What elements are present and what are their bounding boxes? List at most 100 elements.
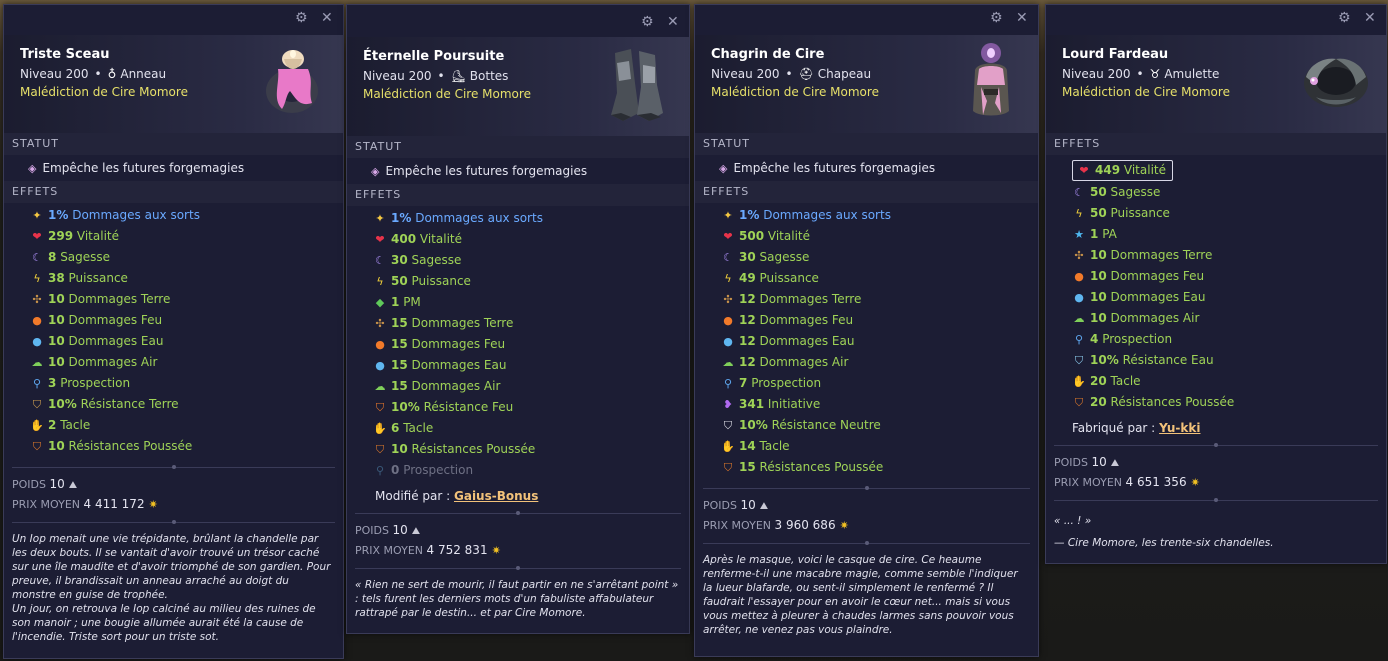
close-icon[interactable]: ✕ (667, 15, 679, 29)
shield-push-icon: ⛉ (723, 461, 733, 474)
magnifier-icon: ⚲ (723, 377, 733, 390)
tackle-icon: ✋ (373, 422, 387, 435)
gear-icon[interactable]: ⚙ (1338, 11, 1351, 25)
lightning-icon: ϟ (33, 272, 41, 285)
earth-icon: ✣ (723, 293, 733, 306)
divider (12, 461, 335, 473)
statut-row: ◈ Empêche les futures forgemagies (695, 155, 1038, 181)
divider (703, 537, 1030, 549)
modified-by-row: Modifié par : Gaius-Bonus (375, 489, 539, 503)
effect-row: ● 10 Dommages Feu (4, 310, 343, 331)
close-icon[interactable]: ✕ (321, 11, 333, 25)
fire-icon: ● (723, 314, 733, 327)
effect-row: ● 12 Dommages Eau (695, 331, 1038, 352)
poids-row: POIDS 10 ⛰ (355, 523, 421, 537)
item-lore: « ... ! » — Cire Momore, les trente-six … (1054, 515, 1274, 549)
effect-row: ☁ 10 Dommages Air (4, 352, 343, 373)
boots-icon: ⛸ (450, 69, 466, 83)
gear-icon[interactable]: ⚙ (641, 15, 654, 29)
shield-fire-icon: ⛉ (375, 401, 385, 414)
earth-icon: ✣ (375, 317, 385, 330)
effect-row: ⛉ 10% Résistance Feu (347, 397, 689, 418)
effect-row: ⛉ 10% Résistance Terre (4, 394, 343, 415)
effect-row: ☾ 8 Sagesse (4, 247, 343, 268)
divider (1054, 439, 1378, 451)
modifier-name-link[interactable]: Gaius-Bonus (454, 489, 538, 503)
item-header: Triste Sceau Niveau 200 • ♁ Anneau Malédict… (4, 35, 343, 133)
effects-list: ✦ 1% Dommages aux sorts ❤ 400 Vitalité ☾ 30… (347, 206, 689, 485)
crafted-by-row: Fabriqué par : Yu-kki (1072, 421, 1201, 435)
effect-row: ✣ 12 Dommages Terre (695, 289, 1038, 310)
item-lore: « Rien ne sert de mourir, il faut partir… (355, 579, 679, 619)
divider (355, 562, 681, 574)
close-icon[interactable]: ✕ (1364, 11, 1376, 25)
kama-icon: ✷ (148, 498, 158, 511)
gear-icon[interactable]: ⚙ (990, 11, 1003, 25)
tooltip-topbar: ⚙ ✕ (4, 5, 343, 35)
gear-icon[interactable]: ⚙ (295, 11, 308, 25)
item-name: Lourd Fardeau (1062, 47, 1169, 62)
effect-row: ● 10 Dommages Feu (1046, 266, 1386, 287)
item-meta: POIDS 10 ⛰ PRIX MOYEN 4 411 172 ✷ (4, 473, 343, 516)
item-level-type: Niveau 200 • ⛸ Bottes (363, 69, 509, 83)
effect-row: ❥ 341 Initiative (695, 394, 1038, 415)
initiative-icon: ❥ (723, 398, 733, 411)
fire-icon: ● (1074, 270, 1084, 283)
tackle-icon: ✋ (721, 440, 735, 453)
hat-item-image (973, 43, 1009, 116)
item-tooltip-triste-sceau: ⚙ ✕ Triste Sceau Niveau 200 • ♁ Anneau Malé… (3, 4, 344, 659)
item-header: Lourd Fardeau Niveau 200 • ♉ Amulette Maléd… (1046, 35, 1386, 133)
pa-star-icon: ★ (1074, 228, 1084, 241)
kama-icon: ✷ (491, 544, 501, 557)
item-level-type: Niveau 200 • ♁ Anneau (20, 67, 167, 81)
close-icon[interactable]: ✕ (1016, 11, 1028, 25)
tooltip-topbar: ⚙ ✕ (347, 5, 689, 37)
earth-icon: ✣ (32, 293, 42, 306)
crafter-name-link[interactable]: Yu-kki (1159, 421, 1200, 435)
prix-row: PRIX MOYEN 4 411 172 ✷ (12, 497, 158, 511)
effects-list: ✦ 1% Dommages aux sorts ❤ 500 Vitalité ☾ 30… (695, 203, 1038, 482)
tooltip-topbar: ⚙ ✕ (695, 5, 1038, 35)
item-set-link[interactable]: Malédiction de Cire Momore (363, 87, 531, 101)
effect-row: ✣ 10 Dommages Terre (4, 289, 343, 310)
effect-row: ⛉ 10% Résistance Eau (1046, 350, 1386, 371)
divider (703, 482, 1030, 494)
shield-water-icon: ⛉ (1074, 354, 1084, 367)
effects-list: ✦ 1% Dommages aux sorts ❤ 299 Vitalité ☾ 8 … (4, 203, 343, 461)
item-set-link[interactable]: Malédiction de Cire Momore (1062, 85, 1230, 99)
statut-section-label: STATUT (347, 136, 689, 158)
forgemagic-lock-icon: ◈ (371, 165, 380, 178)
effect-row: ⛉ 10 Résistances Poussée (4, 436, 343, 457)
tackle-icon: ✋ (1072, 375, 1086, 388)
shield-earth-icon: ⛉ (32, 398, 42, 411)
effect-row: ⚲ 7 Prospection (695, 373, 1038, 394)
effect-row: ✋ 14 Tacle (695, 436, 1038, 457)
magnifier-icon: ⚲ (375, 464, 385, 477)
item-meta: POIDS 10 ⛰ PRIX MOYEN 3 960 686 ✷ (695, 494, 1038, 537)
tooltip-topbar: ⚙ ✕ (1046, 5, 1386, 35)
weight-icon: ⛰ (411, 526, 421, 537)
effect-row: ⛉ 10% Résistance Neutre (695, 415, 1038, 436)
fire-icon: ● (32, 314, 42, 327)
item-set-link[interactable]: Malédiction de Cire Momore (20, 85, 188, 99)
effect-row: ☁ 12 Dommages Air (695, 352, 1038, 373)
effect-row: ● 15 Dommages Feu (347, 334, 689, 355)
shield-neutral-icon: ⛉ (723, 419, 733, 432)
item-tooltip-eternelle-poursuite: ⚙ ✕ Éternelle Poursuite Niveau 200 • ⛸ Bott… (346, 4, 690, 634)
effets-section-label: EFFETS (4, 181, 343, 203)
magnifier-icon: ⚲ (32, 377, 42, 390)
heart-icon: ❤ (32, 230, 42, 243)
effect-row: ❤ 449 Vitalité (1046, 159, 1386, 182)
earth-icon: ✣ (1074, 249, 1084, 262)
sun-icon: ✦ (32, 209, 42, 222)
effect-row: ☾ 50 Sagesse (1046, 182, 1386, 203)
effect-row: ● 10 Dommages Eau (1046, 287, 1386, 308)
boots-item-image (611, 49, 663, 121)
water-icon: ● (1074, 291, 1084, 304)
ring-item-image (266, 50, 318, 113)
item-set-link[interactable]: Malédiction de Cire Momore (711, 85, 879, 99)
air-icon: ☁ (1073, 312, 1085, 325)
weight-icon: ⛰ (68, 480, 78, 491)
effect-row: ✦ 1% Dommages aux sorts (347, 208, 689, 229)
item-lore: Un Iop menait une vie trépidante, brûlan… (12, 533, 331, 643)
